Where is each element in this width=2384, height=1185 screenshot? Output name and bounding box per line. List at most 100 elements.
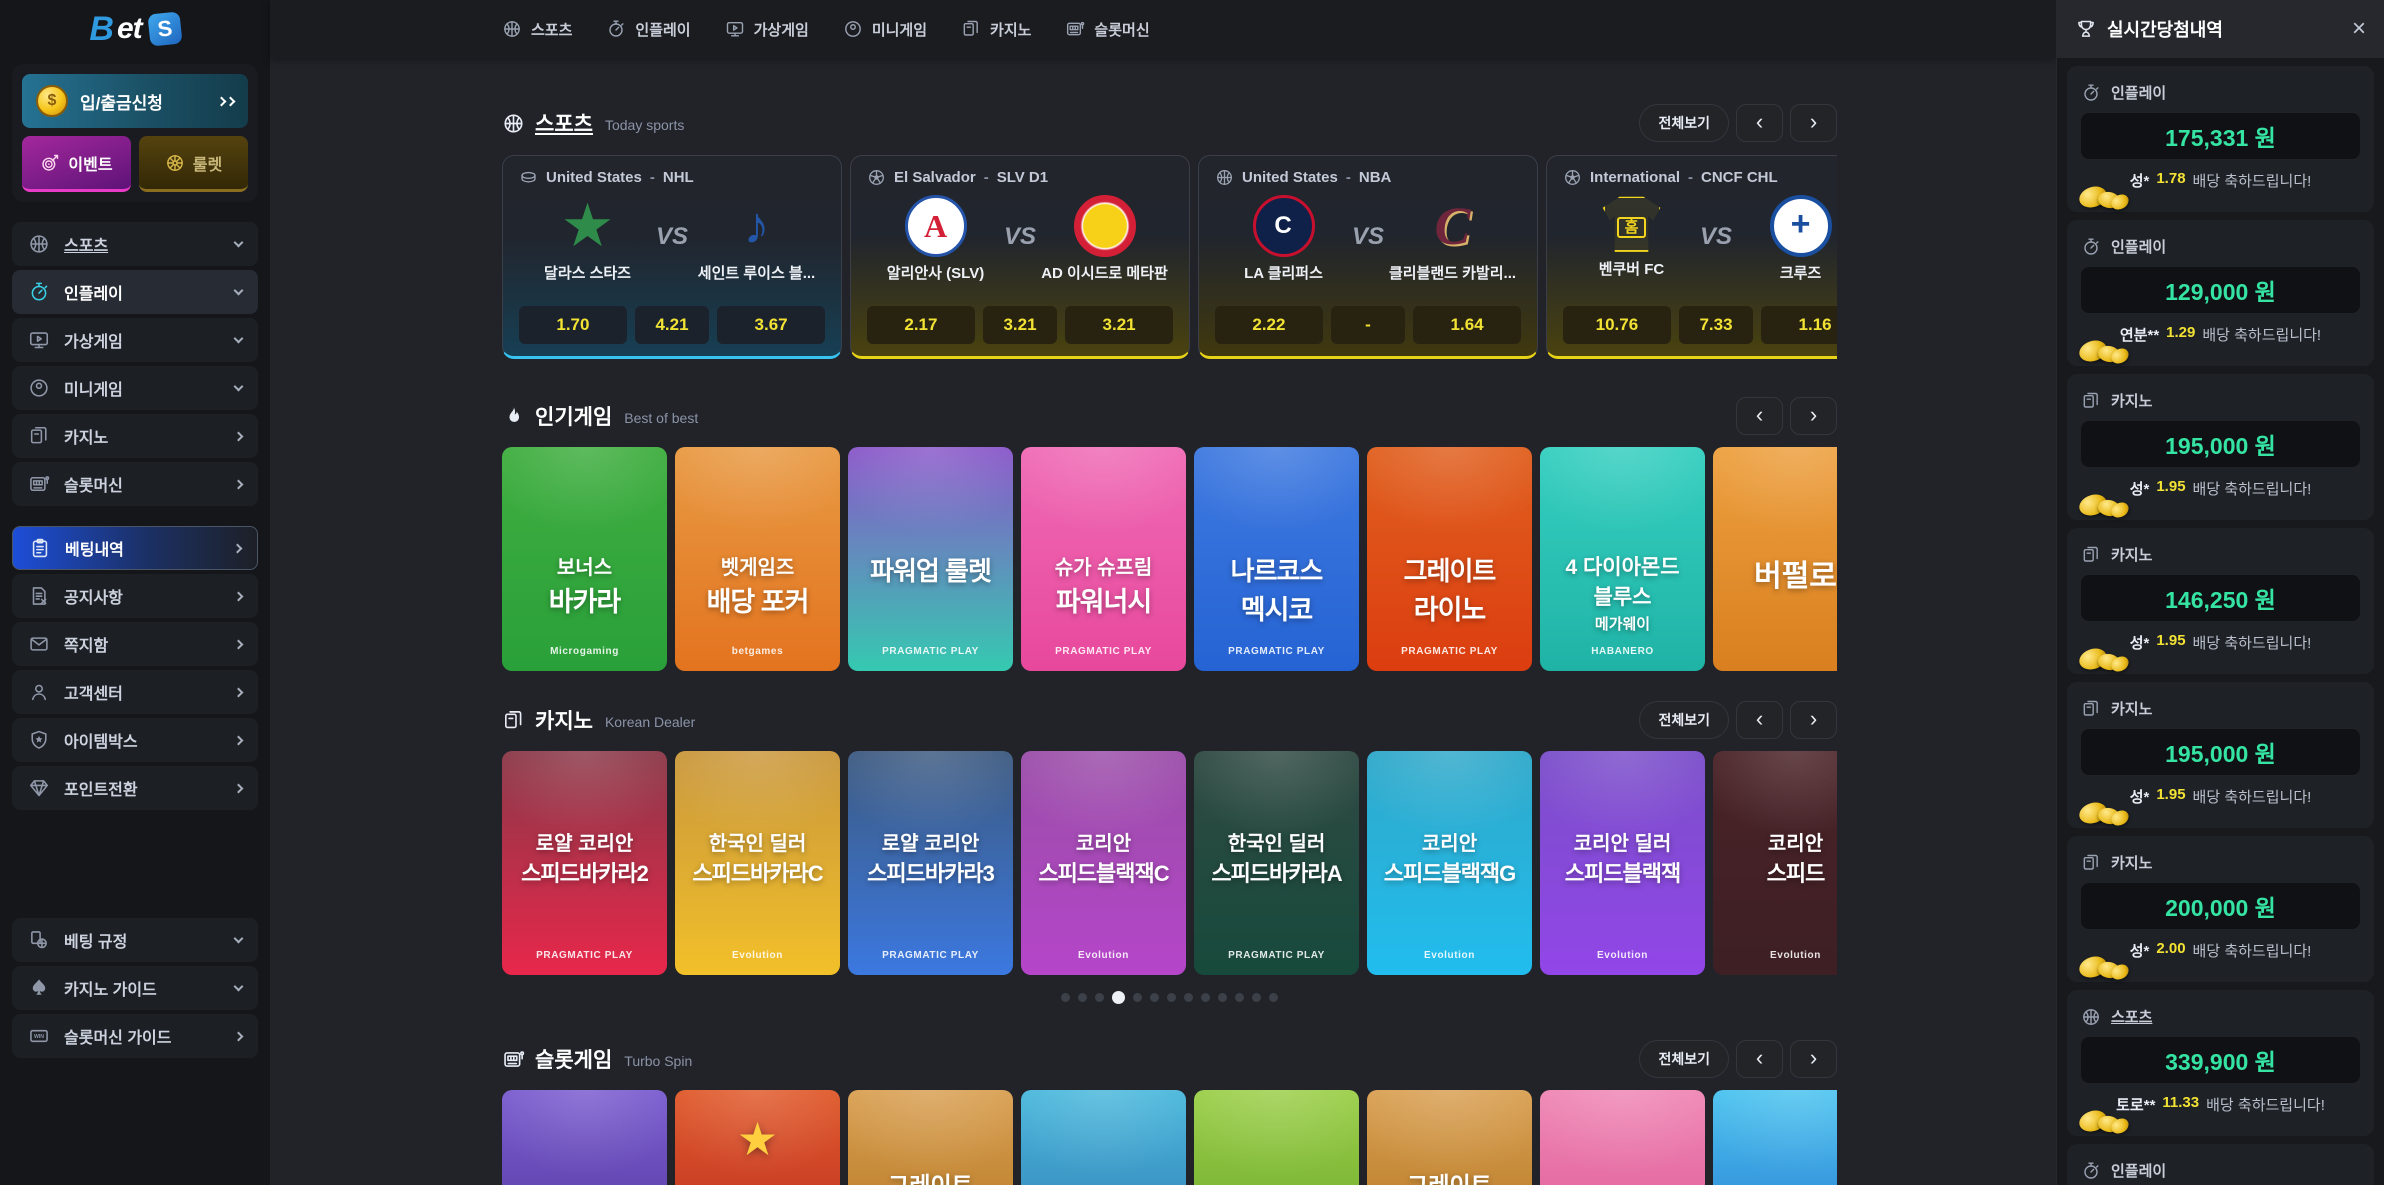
next-button[interactable]: › — [1790, 397, 1837, 435]
sidebar-menu-item[interactable]: 슬롯머신 — [12, 462, 258, 506]
game-card[interactable]: 한국인 딜러 스피드바카라A PRAGMATIC PLAY — [1194, 751, 1359, 975]
pagination-dot[interactable] — [1167, 993, 1176, 1002]
next-button[interactable]: › — [1790, 104, 1837, 142]
game-card[interactable]: 그레이트 라이노 PRAGMATIC PLAY — [1367, 447, 1532, 671]
sidebar-guide-item[interactable]: 베팅 규정 — [12, 918, 258, 962]
event-button[interactable]: 이벤트 — [22, 136, 131, 192]
view-all-button[interactable]: 전체보기 — [1639, 1040, 1729, 1078]
prev-button[interactable]: ‹ — [1736, 701, 1783, 739]
view-all-button[interactable]: 전체보기 — [1639, 701, 1729, 739]
game-card[interactable]: 한국인 딜러 스피드바카라C Evolution — [675, 751, 840, 975]
game-card[interactable]: 버펄로 — [1713, 447, 1837, 671]
sidebar-menu-item[interactable]: 아이템박스 — [12, 718, 258, 762]
game-card[interactable]: 벳게임즈 배당 포커 betgames — [675, 447, 840, 671]
sidebar-menu-item[interactable]: 공지사항 — [12, 574, 258, 618]
game-provider-label: Evolution — [1713, 950, 1837, 961]
section-actions: ‹ › — [1736, 397, 1837, 435]
match-card[interactable]: United States - NBA C LA 클리퍼스 VS C — [1198, 155, 1538, 359]
game-card[interactable] — [1540, 1090, 1705, 1185]
pagination-dot[interactable] — [1201, 993, 1210, 1002]
odds-draw-button[interactable]: 4.21 — [635, 306, 709, 344]
prev-button[interactable]: ‹ — [1736, 397, 1783, 435]
pagination-dot[interactable] — [1235, 993, 1244, 1002]
match-card[interactable]: International - CNCF CHL 홈 벤쿠버 FC VS + — [1546, 155, 1837, 359]
pagination-dot[interactable] — [1095, 993, 1104, 1002]
odds-away-button[interactable]: 3.21 — [1065, 306, 1173, 344]
prev-button[interactable]: ‹ — [1736, 1040, 1783, 1078]
pagination-dot[interactable] — [1112, 991, 1125, 1004]
sidebar-menu-item[interactable]: 스포츠 — [12, 222, 258, 266]
odds-draw-button[interactable]: 7.33 — [1679, 306, 1753, 344]
roulette-button[interactable]: 룰렛 — [139, 136, 248, 192]
odds-home-button[interactable]: 10.76 — [1563, 306, 1671, 344]
view-all-button[interactable]: 전체보기 — [1639, 104, 1729, 142]
odds-home-button[interactable]: 1.70 — [519, 306, 627, 344]
odds-away-button[interactable]: 1.64 — [1413, 306, 1521, 344]
game-card[interactable]: 그레이트 — [1367, 1090, 1532, 1185]
sidebar-menu-item[interactable]: 가상게임 — [12, 318, 258, 362]
match-card[interactable]: El Salvador - SLV D1 A 알리안사 (SLV) VS — [850, 155, 1190, 359]
odds-away-button[interactable]: 3.67 — [717, 306, 825, 344]
pagination-dot[interactable] — [1218, 993, 1227, 1002]
away-team-name: AD 이시드로 메타판 — [1041, 262, 1168, 283]
odds-draw-button[interactable]: - — [1331, 306, 1405, 344]
game-card[interactable]: ★ — [675, 1090, 840, 1185]
topnav-item[interactable]: 인플레이 — [606, 19, 690, 40]
sidebar-guide-item[interactable]: 카지노 가이드 — [12, 966, 258, 1010]
game-card[interactable] — [1713, 1090, 1837, 1185]
game-card[interactable]: 로얄 코리안 스피드바카라2 PRAGMATIC PLAY — [502, 751, 667, 975]
match-country: United States — [1242, 169, 1338, 186]
sidebar-menu-item[interactable]: 카지노 — [12, 414, 258, 458]
sidebar-guide-item-label: 카지노 가이드 — [64, 976, 221, 1000]
game-card[interactable]: 파워업 룰렛 PRAGMATIC PLAY — [848, 447, 1013, 671]
odds-home-button[interactable]: 2.22 — [1215, 306, 1323, 344]
sidebar-menu-item[interactable]: 인플레이 — [12, 270, 258, 314]
pagination-dot[interactable] — [1133, 993, 1142, 1002]
sidebar-menu-item[interactable]: 미니게임 — [12, 366, 258, 410]
sidebar-menu-item-label: 쪽지함 — [64, 632, 221, 656]
game-card[interactable]: 로얄 코리안 스피드바카라3 PRAGMATIC PLAY — [848, 751, 1013, 975]
game-card[interactable]: 슈가 슈프림 파워너시 PRAGMATIC PLAY — [1021, 447, 1186, 671]
game-card[interactable] — [1021, 1090, 1186, 1185]
sidebar-menu: 스포츠 인플레이 가상게임 미니게임 카 — [12, 222, 258, 810]
game-card-title: 4 다이아몬드 블루스 메가웨이 — [1540, 551, 1705, 634]
sidebar-menu-item[interactable]: 고객센터 — [12, 670, 258, 714]
pagination-dot[interactable] — [1078, 993, 1087, 1002]
game-card[interactable]: 코리안 스피드블랙잭G Evolution — [1367, 751, 1532, 975]
away-team: AD 이시드로 메타판 — [1036, 195, 1173, 296]
game-card[interactable]: 그레이트 — [848, 1090, 1013, 1185]
topnav-item[interactable]: 카지노 — [961, 19, 1031, 40]
prev-button[interactable]: ‹ — [1736, 104, 1783, 142]
odds-home-button[interactable]: 2.17 — [867, 306, 975, 344]
pagination-dot[interactable] — [1150, 993, 1159, 1002]
game-card[interactable]: 나르코스 멕시코 PRAGMATIC PLAY — [1194, 447, 1359, 671]
basketball-icon — [1215, 168, 1234, 187]
topnav-item[interactable]: 스포츠 — [502, 19, 572, 40]
pagination-dot[interactable] — [1269, 993, 1278, 1002]
game-card[interactable]: 4 다이아몬드 블루스 메가웨이 HABANERO — [1540, 447, 1705, 671]
topnav-item[interactable]: 미니게임 — [843, 19, 927, 40]
game-card[interactable]: 보너스 바카라 Microgaming — [502, 447, 667, 671]
game-card[interactable]: 코리안 딜러 스피드블랙잭 Evolution — [1540, 751, 1705, 975]
match-card[interactable]: United States - NHL ★ 달라스 스타즈 VS ♪ — [502, 155, 842, 359]
topnav-item[interactable]: 슬롯머신 — [1065, 19, 1149, 40]
next-button[interactable]: › — [1790, 701, 1837, 739]
sidebar-menu-item[interactable]: 쪽지함 — [12, 622, 258, 666]
game-card[interactable]: 코리안 스피드 Evolution — [1713, 751, 1837, 975]
next-button[interactable]: › — [1790, 1040, 1837, 1078]
game-card[interactable]: 코리안 스피드블랙잭C Evolution — [1021, 751, 1186, 975]
close-icon[interactable]: × — [2352, 17, 2366, 41]
odds-away-button[interactable]: 1.16 — [1761, 306, 1837, 344]
pagination-dot[interactable] — [1184, 993, 1193, 1002]
game-card[interactable] — [502, 1090, 667, 1185]
pagination-dot[interactable] — [1061, 993, 1070, 1002]
deposit-withdraw-button[interactable]: 입/출금신청 — [22, 74, 248, 128]
game-card[interactable] — [1194, 1090, 1359, 1185]
sidebar-menu-item[interactable]: 베팅내역 — [12, 526, 258, 570]
brand-logo[interactable]: Bet S — [12, 0, 258, 58]
sidebar-menu-item[interactable]: 포인트전환 — [12, 766, 258, 810]
odds-draw-button[interactable]: 3.21 — [983, 306, 1057, 344]
sidebar-guide-item[interactable]: 슬롯머신 가이드 — [12, 1014, 258, 1058]
pagination-dot[interactable] — [1252, 993, 1261, 1002]
topnav-item[interactable]: 가상게임 — [725, 19, 809, 40]
